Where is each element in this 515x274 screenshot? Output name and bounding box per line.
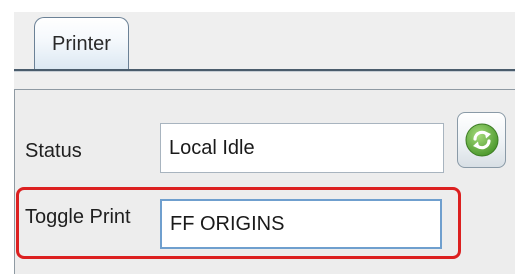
tab-printer[interactable]: Printer — [34, 17, 129, 69]
toggle-print-highlight — [16, 187, 461, 259]
tab-bar-divider-shadow — [14, 71, 515, 72]
refresh-button[interactable] — [457, 112, 506, 168]
tab-printer-label: Printer — [52, 33, 111, 55]
refresh-icon — [465, 123, 499, 157]
status-field[interactable]: Local Idle — [160, 123, 444, 173]
status-label: Status — [25, 140, 82, 162]
